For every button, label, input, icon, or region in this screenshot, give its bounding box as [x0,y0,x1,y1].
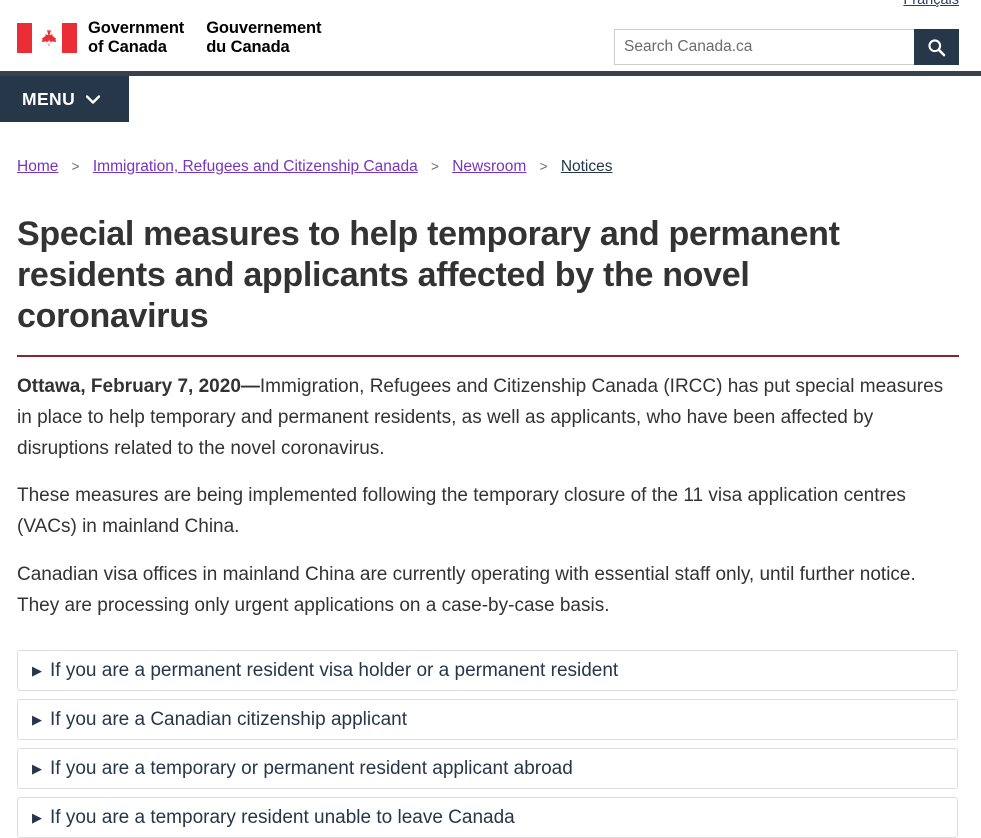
wordmark-en-line2: of Canada [88,38,167,57]
accordion-permanent-resident[interactable]: ▶ If you are a permanent resident visa h… [17,650,958,692]
chevron-down-icon [85,92,101,107]
paragraph-2: These measures are being implemented fol… [17,485,906,538]
paragraph-3: Canadian visa offices in mainland China … [17,563,916,616]
page-title: Special measures to help temporary and p… [17,214,840,335]
breadcrumb-item-ircc[interactable]: Immigration, Refugees and Citizenship Ca… [93,158,418,175]
main-menu-bar: MENU [0,71,981,127]
wordmark-english: Government of Canada [88,19,184,58]
collapsed-triangle-icon: ▶ [32,712,42,728]
search-button[interactable] [914,29,959,65]
breadcrumb-item-newsroom[interactable]: Newsroom [452,158,526,175]
accordion-unable-to-leave-canada[interactable]: ▶ If you are a temporary resident unable… [17,797,958,838]
wordmark-fr-line2: du Canada [206,38,290,57]
language-toggle: Français [903,0,959,9]
canada-flag-icon [17,23,77,54]
menu-button[interactable]: MENU [0,76,129,122]
page-container: Home > Immigration, Refugees and Citizen… [0,127,981,838]
wordmark: Government of Canada Gouvernement du Can… [88,19,322,58]
collapsed-triangle-icon: ▶ [32,663,42,679]
breadcrumb-item-home[interactable]: Home [17,158,58,175]
accordion-label: If you are a Canadian citizenship applic… [50,708,408,730]
breadcrumb: Home > Immigration, Refugees and Citizen… [17,127,959,178]
menu-button-label: MENU [22,88,76,109]
breadcrumb-separator: > [431,159,439,174]
collapsed-triangle-icon: ▶ [32,810,42,826]
title-divider [17,355,959,358]
wordmark-french: Gouvernement du Canada [206,19,321,58]
language-toggle-link[interactable]: Français [903,0,959,8]
wordmark-en-line1: Government [88,19,185,37]
breadcrumb-separator: > [539,159,548,174]
breadcrumb-item-notices[interactable]: Notices [561,158,613,175]
accordion-label: If you are a permanent resident visa hol… [50,659,619,681]
wordmark-fr-line1: Gouvernement [206,19,322,37]
accordion-citizenship-applicant[interactable]: ▶ If you are a Canadian citizenship appl… [17,699,958,741]
accordion-applicant-abroad[interactable]: ▶ If you are a temporary or permanent re… [17,748,958,790]
search-icon [927,38,946,57]
breadcrumb-separator: > [71,159,80,174]
site-header: Français Government of Canada Gouverneme… [0,0,981,71]
accordion-label: If you are a temporary or permanent resi… [50,757,573,779]
lead-paragraph: Ottawa, February 7, 2020—Immigration, Re… [17,372,952,464]
accordion-list: ▶ If you are a permanent resident visa h… [17,650,959,838]
site-search [614,29,959,65]
accordion-label: If you are a temporary resident unable t… [50,806,515,828]
dateline: Ottawa, February 7, 2020— [17,376,260,398]
search-input[interactable] [614,29,914,65]
government-of-canada-brand[interactable]: Government of Canada Gouvernement du Can… [17,19,322,58]
collapsed-triangle-icon: ▶ [32,761,42,777]
